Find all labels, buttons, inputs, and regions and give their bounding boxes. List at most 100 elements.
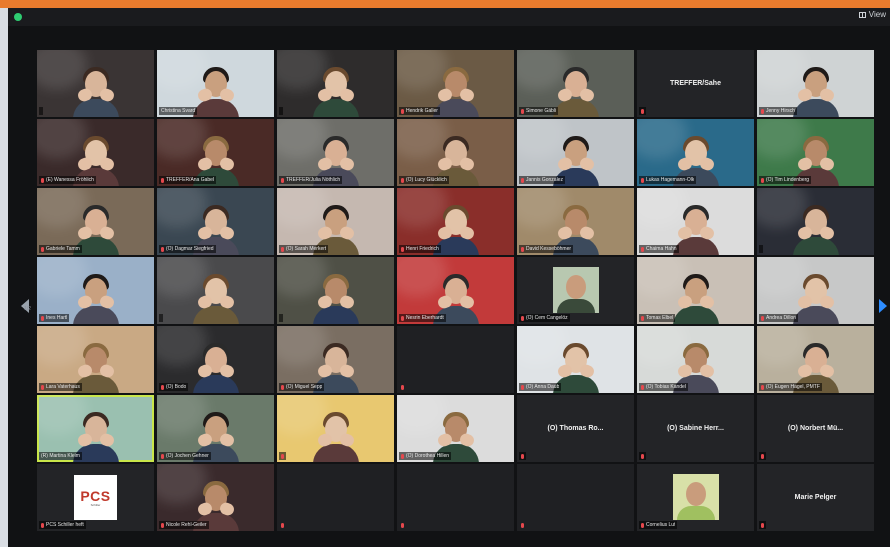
participant-tile[interactable]: (O) Dagmar Siegfried xyxy=(157,188,274,255)
mic-muted-icon xyxy=(641,315,644,321)
participant-tile[interactable]: Nesrin Eberhardt xyxy=(397,257,514,324)
participant-name: (O) Tim Lindenberg xyxy=(766,177,810,183)
participant-name-label: Nesrin Eberhardt xyxy=(399,314,446,322)
participant-name-label: (O) Tim Lindenberg xyxy=(759,176,812,184)
participant-video xyxy=(157,257,274,324)
participant-tile[interactable]: (O) Tobias Kandel xyxy=(637,326,754,393)
participant-tile[interactable]: (O) Norbert Mü... xyxy=(757,395,874,462)
participant-tile[interactable]: David Kesseböhmer xyxy=(517,188,634,255)
participant-tile[interactable]: (O) Anna Daub xyxy=(517,326,634,393)
page-indicator: 1/2 xyxy=(24,306,31,312)
mic-muted-icon xyxy=(761,315,764,321)
mic-muted-icon xyxy=(521,384,524,390)
participant-name-label: Hendrik Galler xyxy=(399,107,440,115)
participant-name-label: Christina Svard xyxy=(159,107,198,115)
participant-tile[interactable]: Christina Svard xyxy=(157,50,274,117)
participant-name: (O) Sarah Merkert xyxy=(286,246,327,252)
participant-tile[interactable]: PCS Schiller PCS Schiller heft xyxy=(37,464,154,531)
participant-name-label: (O) Tobias Kandel xyxy=(639,383,688,391)
participant-tile[interactable]: TREFFER/Julia Nöthlich xyxy=(277,119,394,186)
participant-tile[interactable]: (O) Thomas Ro... xyxy=(517,395,634,462)
participant-name: (O) Cem Cangelöz xyxy=(526,315,568,321)
participant-tile[interactable]: (R) Martina Kleim xyxy=(37,395,154,462)
participant-name: (R) Martina Kleim xyxy=(41,453,80,459)
profile-picture xyxy=(553,267,599,313)
participant-tile[interactable]: (O) Tim Lindenberg xyxy=(757,119,874,186)
participant-video xyxy=(37,50,154,117)
participant-tile[interactable]: (O) Sarah Merkert xyxy=(277,188,394,255)
next-page-button[interactable] xyxy=(876,286,890,326)
participant-tile[interactable]: Jannis Gonzalez xyxy=(517,119,634,186)
participant-tile[interactable]: (E) Wanessa Fröhlich xyxy=(37,119,154,186)
participant-name: Gabriele Tamm xyxy=(46,246,80,252)
participant-tile[interactable]: Marie Pelger xyxy=(757,464,874,531)
participant-tile[interactable]: (O) Cem Cangelöz xyxy=(517,257,634,324)
participant-name: Chaima Hahn xyxy=(646,246,677,252)
participant-tile[interactable]: Hendrik Galler xyxy=(397,50,514,117)
participant-name-label: TREFFER/Ana Gabel xyxy=(159,176,217,184)
view-button[interactable]: View xyxy=(858,10,886,19)
participant-figure xyxy=(192,65,239,117)
connection-status-icon[interactable] xyxy=(14,13,22,21)
mic-muted-icon xyxy=(281,384,284,390)
participant-tile[interactable] xyxy=(277,50,394,117)
participant-name: (O) Anna Daub xyxy=(526,384,560,390)
participant-tile xyxy=(517,464,634,531)
participant-tile[interactable]: Lukas Hagemann-Olk xyxy=(637,119,754,186)
participant-tile[interactable] xyxy=(757,188,874,255)
mic-muted-icon xyxy=(281,246,284,252)
participant-tile[interactable]: Jenny Hirsch xyxy=(757,50,874,117)
mic-muted-icon xyxy=(41,246,44,252)
participant-tile[interactable]: TREFFER/Ana Gabel xyxy=(157,119,274,186)
participant-name-label: Nicole Rehl-Geiler xyxy=(159,521,209,529)
participant-name-label: (O) Jochen Gehner xyxy=(159,452,211,460)
participant-name: (O) Lucy Glücklich xyxy=(406,177,447,183)
participant-tile[interactable] xyxy=(277,395,394,462)
participant-name: TREFFER/Julia Nöthlich xyxy=(286,177,341,183)
participant-name: (O) Tobias Kandel xyxy=(646,384,686,390)
participant-name: (O) Miguel Sepp xyxy=(286,384,323,390)
participant-tile[interactable] xyxy=(157,257,274,324)
participant-name: (O) Bodo xyxy=(166,384,187,390)
participant-tile[interactable]: Nicole Rehl-Geiler xyxy=(157,464,274,531)
mic-muted-icon xyxy=(521,315,524,321)
profile-shoulders xyxy=(677,506,715,520)
participant-tile[interactable]: (O) Bodo xyxy=(157,326,274,393)
participant-tile[interactable]: (O) Lucy Glücklich xyxy=(397,119,514,186)
participant-display-name: Marie Pelger xyxy=(794,494,837,501)
mic-muted-icon xyxy=(641,384,644,390)
participant-tile[interactable]: (O) Eugen Hagel, PMTF xyxy=(757,326,874,393)
participant-name: Lara Vaterhaus xyxy=(46,384,80,390)
participant-display-name: (O) Sabine Herr... xyxy=(667,425,724,432)
participant-name: Simone Gäbli xyxy=(526,108,557,114)
logo-subtext: Schiller xyxy=(90,502,101,507)
participant-name-label: Simone Gäbli xyxy=(519,107,559,115)
participant-tile[interactable]: Henri Friedrich xyxy=(397,188,514,255)
participant-name: (O) Eugen Hagel, PMTF xyxy=(766,384,820,390)
participant-tile[interactable]: Ines Hartl xyxy=(37,257,154,324)
participant-name-label xyxy=(279,452,286,460)
participant-tile[interactable]: Gabriele Tamm xyxy=(37,188,154,255)
participant-tile[interactable]: Lara Vaterhaus xyxy=(37,326,154,393)
participant-tile[interactable]: (O) Miguel Sepp xyxy=(277,326,394,393)
participant-tile[interactable]: Andrea Dillon xyxy=(757,257,874,324)
participant-name-label xyxy=(759,452,766,460)
participant-name: Nesrin Eberhardt xyxy=(406,315,444,321)
mic-muted-icon xyxy=(41,522,44,528)
participant-name: Ines Hartl xyxy=(46,315,68,321)
participant-tile[interactable]: Cornelius Lut xyxy=(637,464,754,531)
participant-tile[interactable] xyxy=(277,257,394,324)
participant-name-label: TREFFER/Julia Nöthlich xyxy=(279,176,343,184)
participant-tile[interactable]: (O) Jochen Gehner xyxy=(157,395,274,462)
participant-tile[interactable]: Tomas Elbel xyxy=(637,257,754,324)
participant-video xyxy=(277,257,394,324)
participant-name: Jannis Gonzalez xyxy=(526,177,563,183)
mic-muted-icon xyxy=(761,384,764,390)
participant-tile[interactable]: Simone Gäbli xyxy=(517,50,634,117)
participant-tile[interactable]: TREFFER/Sahe xyxy=(637,50,754,117)
participant-tile[interactable] xyxy=(37,50,154,117)
participant-name: TREFFER/Ana Gabel xyxy=(166,177,215,183)
participant-tile[interactable]: (O) Dorothea Hillen xyxy=(397,395,514,462)
participant-tile[interactable]: (O) Sabine Herr... xyxy=(637,395,754,462)
participant-tile[interactable]: Chaima Hahn xyxy=(637,188,754,255)
